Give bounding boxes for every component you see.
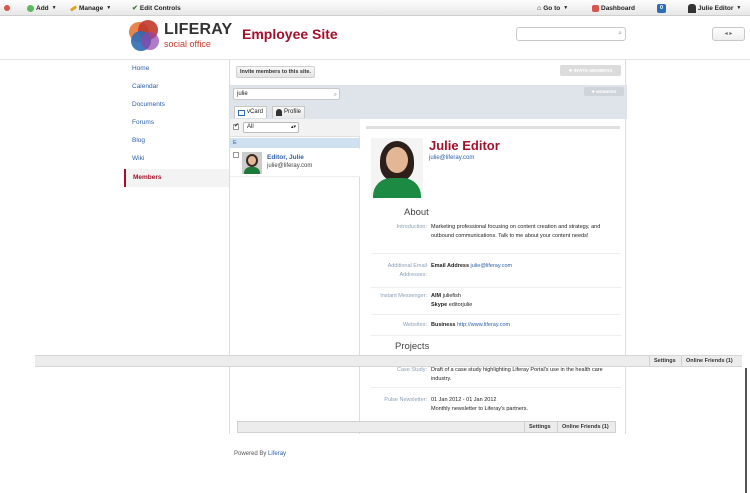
select-all-checkbox[interactable]: ✔	[233, 123, 239, 130]
pulse-newsletter-value: 01 Jan 2012 - 01 Jan 2012 Monthly newsle…	[431, 397, 529, 412]
pencil-icon	[69, 4, 78, 12]
checkmark-icon: ✔	[132, 5, 138, 12]
pulse-newsletter-label: Pulse Newsletter:	[384, 397, 427, 403]
online-friends-button-inner[interactable]: Online Friends (1)	[557, 422, 613, 432]
tab-vcard[interactable]: vCard	[234, 106, 268, 118]
chat-bar: Settings Online Friends (1)	[35, 355, 742, 367]
about-heading: About	[404, 207, 429, 218]
websites-value: Business http://www.liferay.com	[431, 322, 511, 328]
site-search-input[interactable]: ⌕	[516, 27, 626, 41]
user-avatar-icon	[688, 3, 696, 13]
panel-divider	[366, 126, 620, 129]
field-divider	[371, 335, 621, 336]
page-navigation-toggle[interactable]: ◂ ▸	[712, 27, 745, 41]
instant-messenger-label: Instant Messenger:	[380, 293, 427, 299]
projects-heading: Projects	[395, 341, 430, 352]
nav-item-members[interactable]: Members	[124, 169, 230, 187]
members-toolbar: julie ⌕ ✚ MEMBERS vCard Profile	[230, 85, 627, 119]
vcard-icon	[238, 109, 245, 116]
liferay-link[interactable]: Liferay	[268, 451, 286, 457]
nav-item-documents[interactable]: Documents	[124, 96, 230, 114]
dashboard-icon	[592, 4, 599, 12]
business-website-link[interactable]: http://www.liferay.com	[457, 322, 510, 328]
go-to-menu[interactable]: ⌂ Go to ▼	[537, 3, 568, 13]
nav-item-forums[interactable]: Forums	[124, 114, 230, 132]
search-icon[interactable]: ⌕	[618, 30, 622, 38]
members-button[interactable]: ✚ MEMBERS	[584, 87, 624, 96]
additional-email-value: Email Address julie@liferay.com	[431, 263, 513, 269]
list-item[interactable]: Editor, Julie julie@liferay.com	[230, 149, 360, 177]
site-logo[interactable]: LIFERAY social office	[128, 20, 238, 54]
chat-bar-inner: Settings Online Friends (1)	[237, 421, 616, 433]
websites-label: Websites:	[402, 322, 427, 328]
home-icon: ⌂	[537, 4, 542, 12]
logo-subtitle: social office	[164, 39, 211, 49]
search-icon[interactable]: ⌕	[334, 90, 337, 100]
nav-item-home[interactable]: Home	[124, 60, 230, 78]
liferay-logo-icon[interactable]	[4, 3, 10, 13]
member-filter-row: ✔ All ▴▾	[230, 119, 360, 137]
nav-item-calendar[interactable]: Calendar	[124, 78, 230, 96]
member-name[interactable]: Editor, Julie	[267, 154, 304, 161]
letter-group-header: E	[230, 138, 360, 148]
member-filter-select[interactable]: All ▴▾	[243, 122, 299, 133]
member-profile-panel: Julie Editor julie@liferay.com About Int…	[361, 119, 625, 434]
user-menu[interactable]: Julie Editor ▼	[688, 3, 741, 13]
dashboard-link[interactable]: Dashboard	[592, 3, 635, 13]
add-menu[interactable]: Add ▼	[27, 3, 57, 13]
online-friends-button[interactable]: Online Friends (1)	[681, 356, 737, 366]
manage-menu[interactable]: Manage ▼	[69, 3, 111, 13]
add-icon	[27, 4, 34, 12]
member-email: julie@liferay.com	[267, 163, 313, 169]
tab-profile[interactable]: Profile	[272, 106, 306, 118]
logo-wordmark: LIFERAY	[164, 21, 233, 38]
profile-photo	[371, 138, 423, 198]
edit-controls-toggle[interactable]: ✔ Edit Controls	[132, 3, 181, 13]
scrollbar[interactable]	[745, 368, 747, 493]
dockbar: Add ▼ Manage ▼ ✔ Edit Controls ⌂ Go to ▼ Da…	[0, 0, 750, 16]
nav-item-blog[interactable]: Blog	[124, 132, 230, 150]
member-checkbox[interactable]	[233, 152, 239, 158]
field-divider	[371, 253, 621, 254]
introduction-value: Marketing professional focusing on conte…	[431, 224, 601, 239]
profile-name: Julie Editor	[429, 138, 500, 153]
case-study-value: Draft of a case study highlighting Lifer…	[431, 367, 603, 382]
nav-item-wiki[interactable]: Wiki	[124, 150, 230, 168]
chat-settings-button[interactable]: Settings	[649, 356, 680, 366]
field-divider	[371, 387, 621, 388]
instant-messenger-value: AIM juliefish Skype editorjulie	[431, 293, 473, 308]
invite-members-link[interactable]: Invite members to this site.	[236, 66, 315, 78]
chat-settings-button-inner[interactable]: Settings	[524, 422, 555, 432]
site-title[interactable]: Employee Site	[242, 26, 338, 42]
arrows-icon: ◂ ▸	[724, 31, 733, 37]
site-navigation: Home Calendar Documents Forums Blog Wiki…	[124, 60, 230, 187]
profile-icon	[276, 109, 282, 116]
invite-members-button[interactable]: ✚ INVITE MEMBERS	[560, 65, 621, 76]
additional-email-link[interactable]: julie@liferay.com	[471, 263, 513, 269]
introduction-label: Introduction:	[396, 224, 427, 230]
profile-email[interactable]: julie@liferay.com	[429, 155, 474, 161]
member-list: ✔ All ▴▾ E Editor, Julie julie@liferay.c…	[230, 119, 360, 434]
powered-by-footer: Powered By Liferay	[234, 451, 287, 457]
member-search-input[interactable]: julie ⌕	[233, 88, 340, 100]
additional-email-label: Additional Email Addresses:	[387, 263, 427, 278]
notifications-badge[interactable]: 0	[657, 3, 666, 13]
select-arrows-icon: ▴▾	[290, 124, 296, 130]
field-divider	[371, 314, 621, 315]
members-portlet: Invite members to this site. ✚ INVITE ME…	[229, 60, 627, 434]
case-study-label: Case Study:	[397, 367, 427, 373]
field-divider	[371, 287, 621, 288]
avatar	[242, 152, 262, 174]
